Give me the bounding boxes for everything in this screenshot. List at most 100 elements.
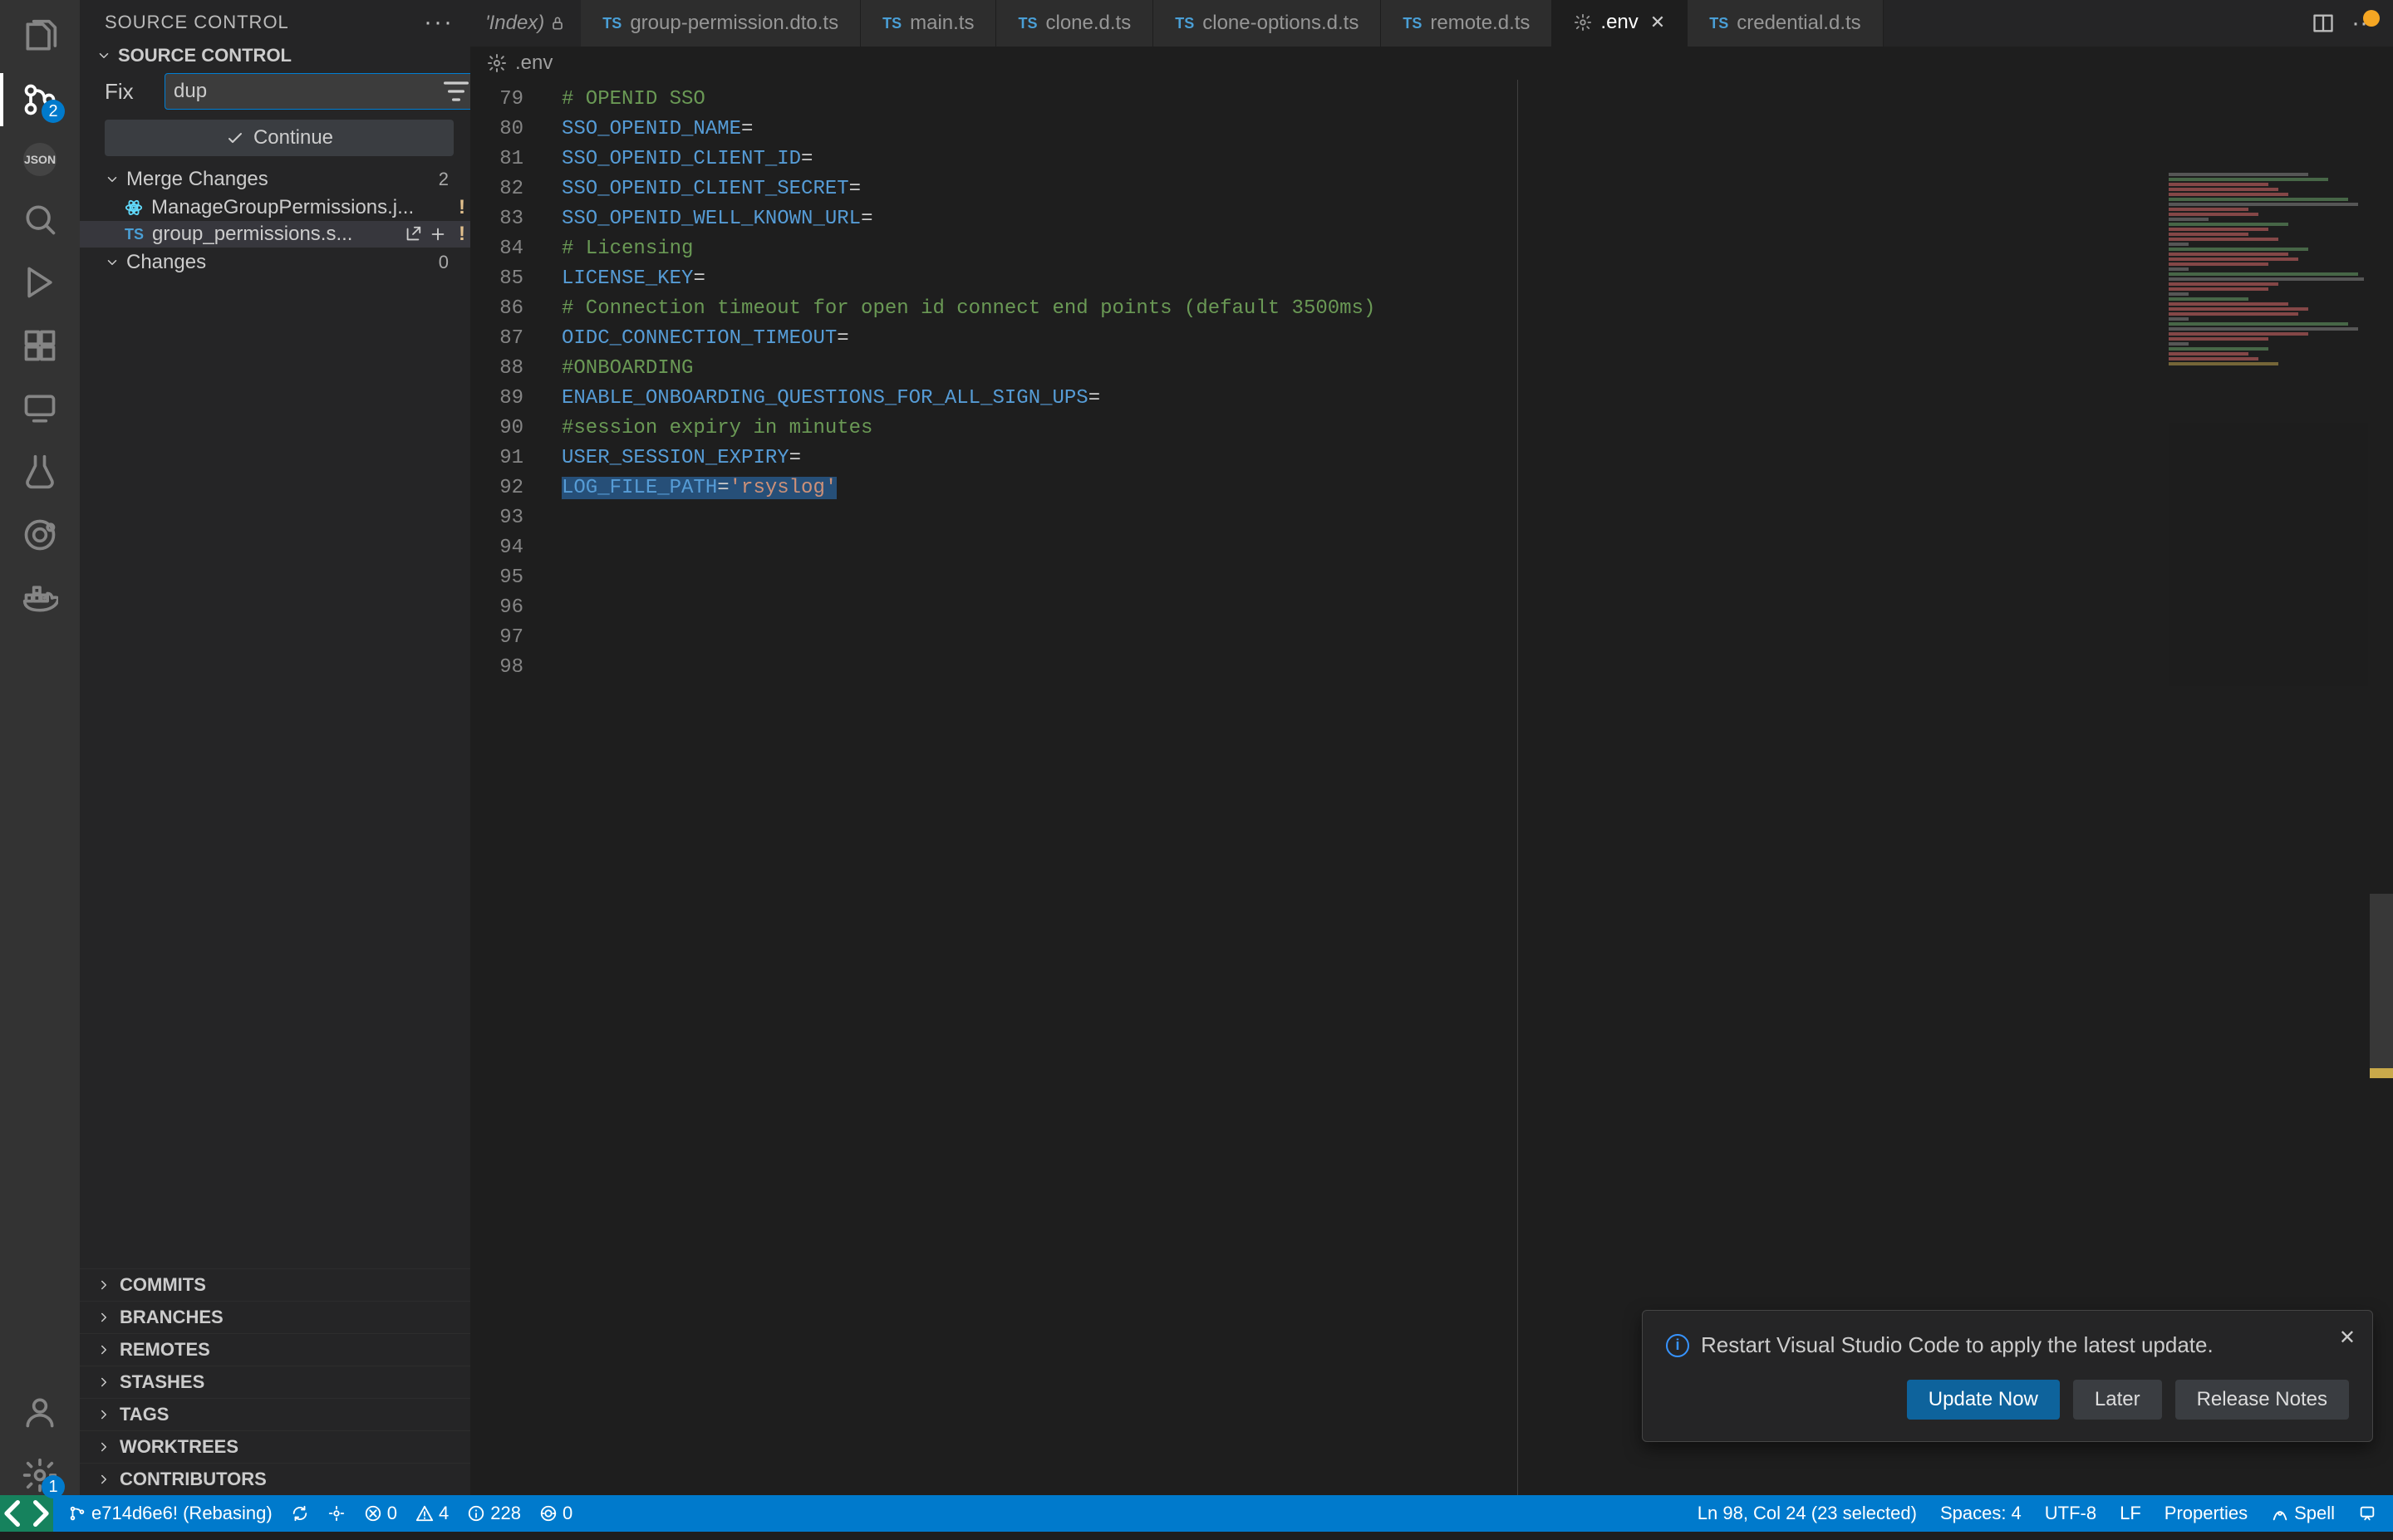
status-bar: e714d6e6! (Rebasing) 0 4 228 0 Ln 98, Co… bbox=[0, 1495, 2393, 1532]
find-filter-icon[interactable] bbox=[440, 75, 473, 108]
code-area[interactable]: # OPENID SSOSSO_OPENID_NAME=SSO_OPENID_C… bbox=[545, 80, 2393, 1495]
continue-button[interactable]: Continue bbox=[105, 120, 454, 156]
changes-header[interactable]: Changes 0 bbox=[80, 248, 470, 277]
feedback-icon[interactable] bbox=[2358, 1504, 2376, 1523]
file-status-badge: ! bbox=[454, 223, 465, 246]
eol-status[interactable]: LF bbox=[2120, 1503, 2141, 1524]
section-remotes[interactable]: REMOTES bbox=[80, 1333, 470, 1366]
ts-file-icon: TS bbox=[125, 226, 144, 243]
cursor-position[interactable]: Ln 98, Col 24 (23 selected) bbox=[1698, 1503, 1917, 1524]
breadcrumb[interactable]: .env bbox=[470, 47, 2393, 80]
toast-message: Restart Visual Studio Code to apply the … bbox=[1701, 1332, 2214, 1358]
activity-bar: 2 JSON 1 bbox=[0, 0, 80, 1495]
section-branches[interactable]: BRANCHES bbox=[80, 1301, 470, 1333]
run-debug-icon[interactable] bbox=[20, 262, 60, 302]
scm-section-header[interactable]: SOURCE CONTROL bbox=[80, 42, 470, 70]
section-worktrees[interactable]: WORKTREES bbox=[80, 1430, 470, 1463]
branch-status[interactable]: e714d6e6! (Rebasing) bbox=[68, 1503, 273, 1524]
section-label: TAGS bbox=[120, 1404, 169, 1425]
explorer-icon[interactable] bbox=[20, 17, 60, 56]
tab-clone-d-ts[interactable]: TSclone.d.ts bbox=[996, 0, 1153, 47]
tab-label: remote.d.ts bbox=[1430, 12, 1530, 35]
editor[interactable]: 7980818283848586878889909192939495969798… bbox=[470, 80, 2393, 1495]
source-control-icon[interactable]: 2 bbox=[20, 80, 60, 120]
later-button[interactable]: Later bbox=[2073, 1380, 2162, 1420]
release-notes-button[interactable]: Release Notes bbox=[2175, 1380, 2349, 1420]
errors-count: 0 bbox=[387, 1503, 397, 1524]
merge-changes-label: Merge Changes bbox=[126, 168, 268, 191]
warnings-status[interactable]: 4 bbox=[415, 1503, 449, 1524]
accounts-icon[interactable] bbox=[20, 1392, 60, 1432]
section-label: STASHES bbox=[120, 1371, 204, 1393]
section-label: CONTRIBUTORS bbox=[120, 1469, 267, 1490]
gitlens-icon[interactable] bbox=[20, 515, 60, 555]
merge-changes-header[interactable]: Merge Changes 2 bbox=[80, 164, 470, 194]
tab-credential-d-ts[interactable]: TScredential.d.ts bbox=[1688, 0, 1883, 47]
tab--env[interactable]: .env ✕ bbox=[1552, 0, 1688, 47]
tab-clone-options-d-ts[interactable]: TSclone-options.d.ts bbox=[1153, 0, 1381, 47]
split-editor-icon[interactable] bbox=[2312, 12, 2335, 35]
indentation-status[interactable]: Spaces: 4 bbox=[1940, 1503, 2022, 1524]
ts-file-icon: TS bbox=[1403, 15, 1422, 32]
section-commits[interactable]: COMMITS bbox=[80, 1268, 470, 1301]
tab-group-label: 'Index) bbox=[470, 0, 581, 47]
update-now-button[interactable]: Update Now bbox=[1907, 1380, 2060, 1420]
tab-label: .env bbox=[1600, 11, 1638, 34]
find-input[interactable] bbox=[165, 80, 440, 103]
settings-gear-icon[interactable]: 1 bbox=[20, 1455, 60, 1495]
scrollbar-marker bbox=[2370, 1068, 2393, 1078]
react-file-icon bbox=[125, 199, 143, 217]
ts-file-icon: TS bbox=[1018, 15, 1037, 32]
merge-file-item[interactable]: ManageGroupPermissions.j...! bbox=[80, 194, 470, 221]
changes-count: 0 bbox=[439, 252, 454, 273]
file-status-badge: ! bbox=[454, 196, 465, 219]
file-name: group_permissions.s... bbox=[152, 223, 352, 246]
commit-prefix-text: Fix bbox=[105, 79, 134, 105]
lock-icon bbox=[549, 15, 566, 32]
toast-close-icon[interactable]: ✕ bbox=[2339, 1326, 2356, 1350]
ports-status[interactable]: 0 bbox=[539, 1503, 572, 1524]
tab-group-permission-dto-ts[interactable]: TSgroup-permission.dto.ts bbox=[581, 0, 861, 47]
ts-file-icon: TS bbox=[1175, 15, 1194, 32]
extensions-icon[interactable] bbox=[20, 326, 60, 365]
live-share-status[interactable] bbox=[327, 1504, 346, 1523]
testing-icon[interactable] bbox=[20, 452, 60, 492]
errors-status[interactable]: 0 bbox=[364, 1503, 397, 1524]
remote-explorer-icon[interactable] bbox=[20, 389, 60, 429]
breadcrumb-file: .env bbox=[515, 51, 553, 75]
file-name: ManageGroupPermissions.j... bbox=[151, 196, 414, 219]
sidebar-more-icon[interactable]: ··· bbox=[424, 8, 454, 37]
sidebar: SOURCE CONTROL ··· SOURCE CONTROL Fix bbox=[80, 0, 470, 1495]
spell-status[interactable]: Spell bbox=[2271, 1503, 2335, 1524]
tab-label: main.ts bbox=[910, 12, 974, 35]
language-mode[interactable]: Properties bbox=[2165, 1503, 2248, 1524]
info-icon: i bbox=[1666, 1334, 1689, 1357]
tab-label: credential.d.ts bbox=[1737, 12, 1860, 35]
open-file-icon[interactable] bbox=[404, 225, 422, 243]
minimap[interactable] bbox=[2169, 171, 2368, 686]
sidebar-title: SOURCE CONTROL bbox=[105, 12, 289, 33]
gear-icon bbox=[1574, 13, 1592, 32]
window-minimize-dot[interactable] bbox=[2363, 10, 2380, 27]
section-label: WORKTREES bbox=[120, 1436, 238, 1458]
section-stashes[interactable]: STASHES bbox=[80, 1366, 470, 1398]
section-tags[interactable]: TAGS bbox=[80, 1398, 470, 1430]
commit-message-input[interactable]: Fix bbox=[105, 79, 156, 105]
encoding-status[interactable]: UTF-8 bbox=[2045, 1503, 2096, 1524]
section-contributors[interactable]: CONTRIBUTORS bbox=[80, 1463, 470, 1495]
ts-file-icon: TS bbox=[882, 15, 902, 32]
sync-status[interactable] bbox=[291, 1504, 309, 1523]
scrollbar-thumb[interactable] bbox=[2370, 894, 2393, 1077]
info-status[interactable]: 228 bbox=[467, 1503, 521, 1524]
scm-badge: 2 bbox=[42, 100, 65, 123]
stage-icon[interactable] bbox=[429, 225, 447, 243]
tab-main-ts[interactable]: TS main.ts bbox=[861, 0, 996, 47]
remote-indicator[interactable] bbox=[0, 1495, 53, 1532]
tab-remote-d-ts[interactable]: TS remote.d.ts bbox=[1381, 0, 1552, 47]
search-icon[interactable] bbox=[20, 199, 60, 239]
json-icon[interactable]: JSON bbox=[23, 143, 57, 176]
tab-lead-text: 'Index) bbox=[485, 12, 544, 35]
docker-icon[interactable] bbox=[20, 578, 60, 618]
tab-close-icon[interactable]: ✕ bbox=[1650, 12, 1665, 33]
merge-file-item[interactable]: TS group_permissions.s...! bbox=[80, 221, 470, 248]
